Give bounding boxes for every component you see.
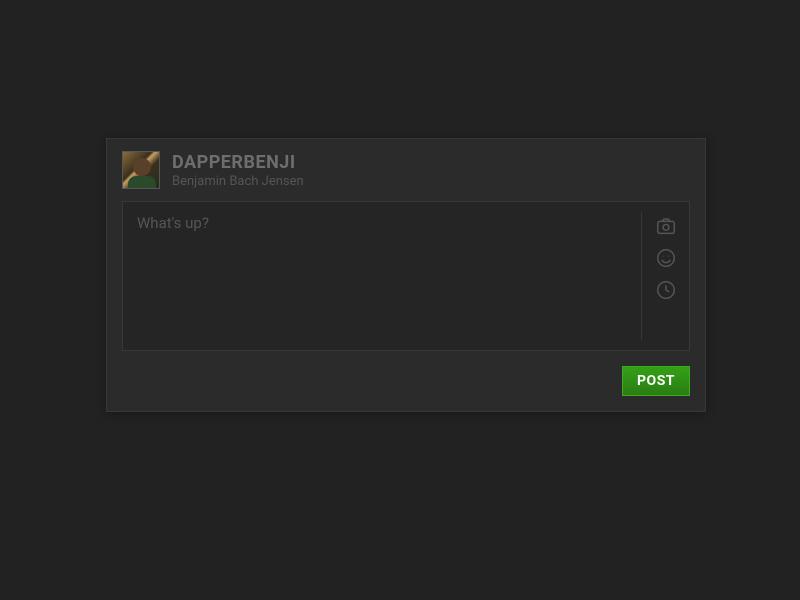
composer-header: DAPPERBENJI Benjamin Bach Jensen [107,139,705,201]
username: DAPPERBENJI [172,152,304,173]
composer-footer: POST [107,366,705,411]
camera-icon[interactable] [654,214,678,238]
post-button[interactable]: POST [622,366,690,396]
clock-icon[interactable] [654,278,678,302]
compose-area [122,201,690,351]
compose-icon-rail [641,212,689,340]
avatar[interactable] [122,151,160,189]
name-block: DAPPERBENJI Benjamin Bach Jensen [172,152,304,189]
realname: Benjamin Bach Jensen [172,174,304,189]
emoji-icon[interactable] [654,246,678,270]
compose-input[interactable] [123,202,634,350]
post-composer-card: DAPPERBENJI Benjamin Bach Jensen [106,138,706,412]
